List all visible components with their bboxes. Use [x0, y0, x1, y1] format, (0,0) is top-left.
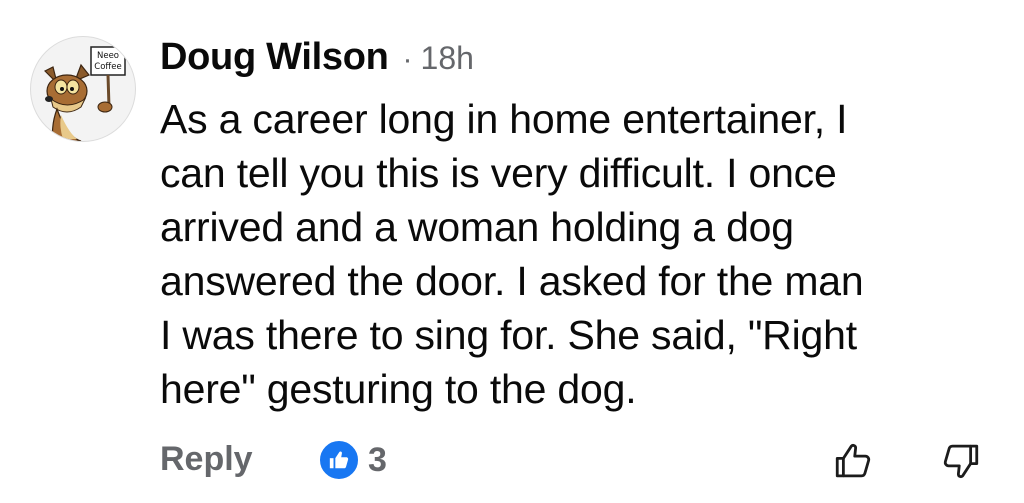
comment-line: arrived and a woman holding a dog [160, 204, 794, 250]
avatar[interactable]: Neeo Coffee [30, 36, 136, 142]
downvote-button[interactable] [938, 438, 984, 484]
coyote-avatar-image: Neeo Coffee [43, 46, 126, 141]
comment: Neeo Coffee Doug Wilson · 18h As a caree… [0, 0, 1024, 503]
author-name[interactable]: Doug Wilson [160, 36, 389, 79]
thumbs-down-outline-icon [943, 444, 979, 479]
comment-line: answered the door. I asked for the man [160, 258, 864, 304]
comment-body: As a career long in home entertainer, I … [160, 92, 990, 416]
comment-line: here" gesturing to the dog. [160, 366, 637, 412]
comment-line: I was there to sing for. She said, "Righ… [160, 312, 857, 358]
thumbs-up-outline-icon [835, 443, 871, 478]
comment-line: As a career long in home entertainer, I [160, 96, 848, 142]
timestamp[interactable]: 18h [421, 40, 474, 77]
reaction-count: 3 [368, 440, 387, 479]
avatar-sign-line1: Neeo [97, 51, 119, 61]
upvote-button[interactable] [830, 438, 876, 484]
comment-actions: Reply 3 [160, 436, 980, 486]
like-icon [318, 439, 360, 481]
comment-header: Doug Wilson · 18h [160, 36, 474, 88]
avatar-sign-line2: Coffee [94, 62, 121, 72]
reply-button[interactable]: Reply [160, 440, 253, 479]
comment-line: can tell you this is very difficult. I o… [160, 150, 837, 196]
reaction-summary[interactable]: 3 [318, 438, 387, 482]
separator-dot: · [402, 43, 413, 76]
